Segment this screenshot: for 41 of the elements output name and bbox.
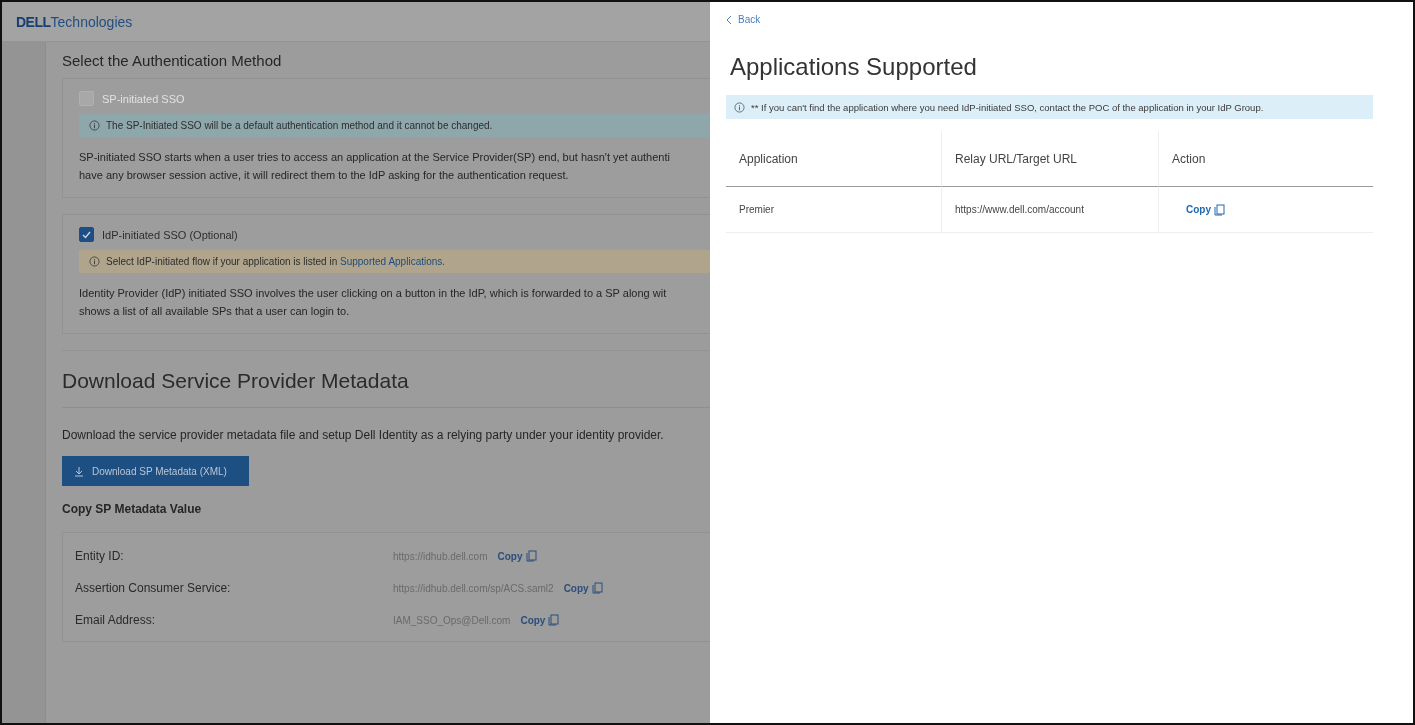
copy-button[interactable]: Copy (563, 582, 603, 594)
info-icon (89, 256, 100, 267)
copy-button[interactable]: Copy (520, 614, 560, 626)
checkbox-label: SP-initiated SSO (102, 92, 185, 105)
notice-text: ** If you can't find the application where you need IdP-initiated SSO, contact the POC of the application in your IdP Group. (751, 101, 1264, 113)
field-label: Assertion Consumer Service: (75, 581, 232, 595)
panel-title: Applications Supported (730, 53, 978, 81)
download-button[interactable]: Download SP Metadata (XML) (62, 456, 249, 486)
description-line: shows a list of all available SPs that a user can login to. (79, 305, 351, 317)
supported-applications-link[interactable]: Supported Applications. (340, 256, 446, 267)
table-cell: Premier (726, 187, 941, 233)
download-icon (74, 465, 84, 477)
column-header: Application (726, 131, 941, 187)
checkbox-label: IdP-initiated SSO (Optional) (102, 228, 238, 241)
copy-button[interactable]: Copy (497, 550, 537, 562)
section-title: Select the Authentication Method (62, 52, 283, 69)
dell-logo: DELLTechnologies (16, 13, 133, 30)
column-header: Action (1158, 131, 1373, 187)
info-icon (734, 101, 745, 113)
checkbox[interactable] (79, 227, 94, 242)
chevron-left-icon (726, 14, 732, 25)
table-cell: https://www.dell.com/account (941, 187, 1158, 233)
copy-button[interactable]: Copy (1186, 203, 1225, 216)
field-label: Email Address: (75, 613, 157, 627)
field-label: Entity ID: (75, 549, 125, 563)
back-link[interactable]: Back (726, 14, 761, 25)
description-line: Identity Provider (IdP) initiated SSO involves the user clicking on a button in the IdP, which is forwarded to a SP along wit (79, 287, 668, 299)
info-icon (89, 120, 100, 131)
copy-icon (1214, 203, 1225, 216)
description-text: Download the service provider metadata file and setup Dell Identity as a relying party under your identity provider. (62, 428, 665, 442)
column-header: Relay URL/Target URL (941, 131, 1158, 187)
check-icon (82, 230, 91, 239)
section-title: Download Service Provider Metadata (62, 350, 710, 408)
copy-icon (525, 550, 537, 562)
subsection-title: Copy SP Metadata Value (62, 502, 203, 516)
notice-text: The SP-Initiated SSO will be a default authentication method and it cannot be changed. (106, 120, 493, 131)
description-line: SP-initiated SSO starts when a user tries to access an application at the Service Provider(SP) end, but hasn't yet authenti (79, 151, 671, 163)
description-line: have any browser session active, it will redirect them to the IdP asking for the authentication request. (79, 169, 570, 181)
copy-icon (591, 582, 603, 594)
notice-text: Select IdP-initiated flow if your application is listed in Supported Applications. (106, 256, 446, 267)
copy-icon (548, 614, 560, 626)
